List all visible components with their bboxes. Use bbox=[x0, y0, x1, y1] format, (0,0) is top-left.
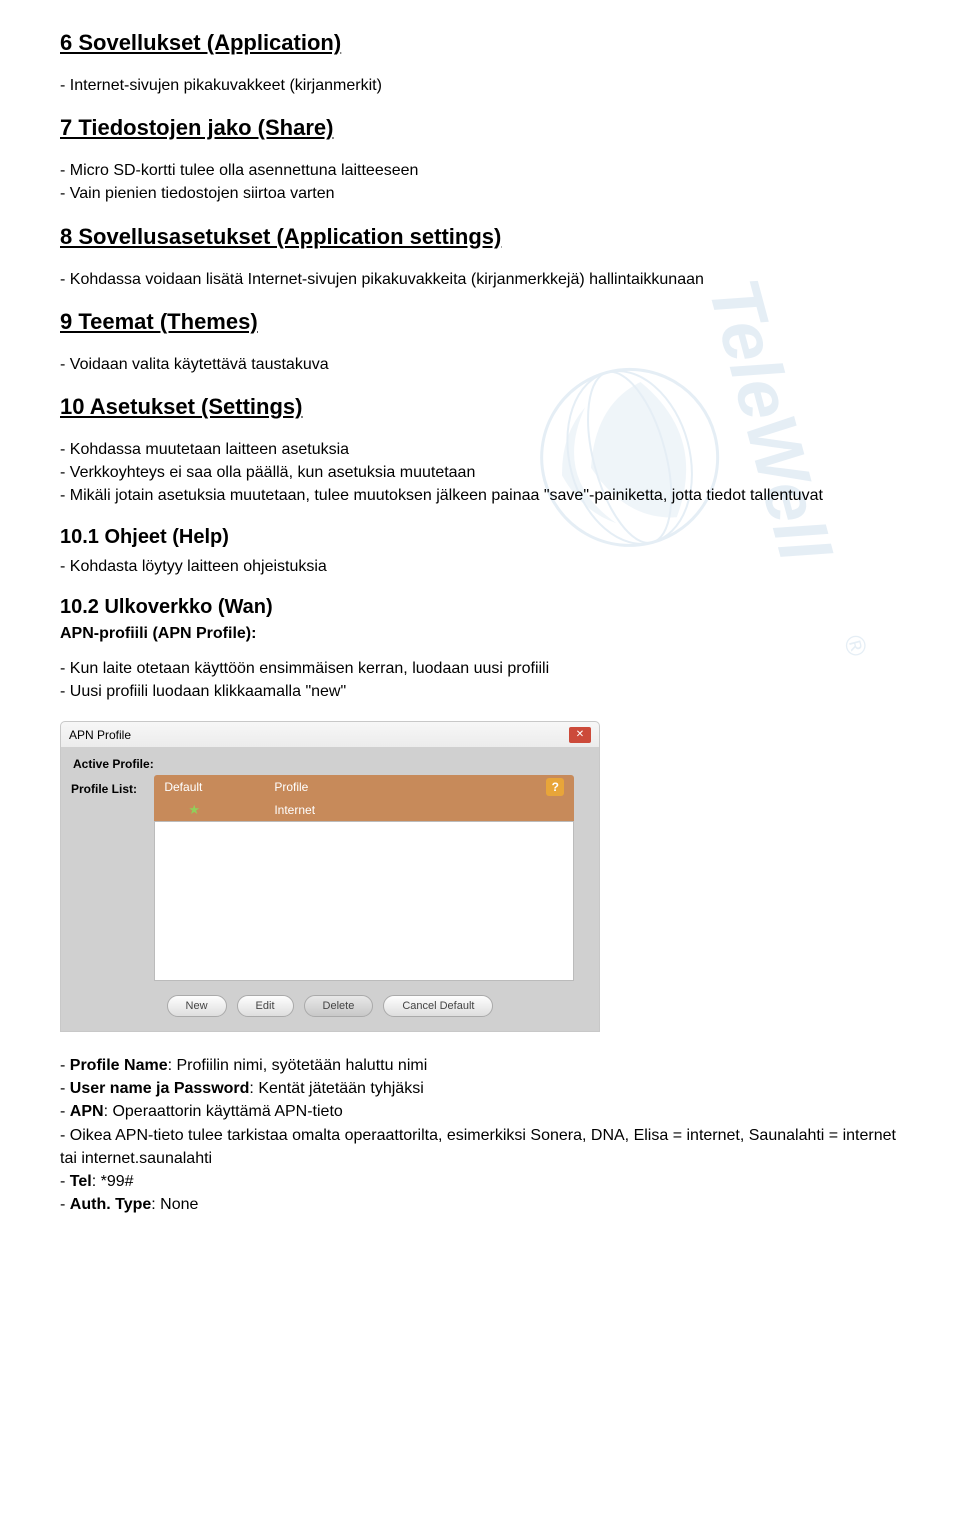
text-7-1: - Micro SD-kortti tulee olla asennettuna… bbox=[60, 159, 900, 182]
text-10-2-2: - Uusi profiili luodaan klikkaamalla "ne… bbox=[60, 680, 900, 703]
edit-button[interactable]: Edit bbox=[237, 995, 294, 1017]
f4-text: - Oikea APN-tieto tulee tarkistaa omalta… bbox=[60, 1124, 900, 1170]
new-button[interactable]: New bbox=[167, 995, 227, 1017]
text-7-2: - Vain pienien tiedostojen siirtoa varte… bbox=[60, 182, 900, 205]
f2-dash: - bbox=[60, 1080, 70, 1097]
profile-row[interactable]: ★ Internet bbox=[154, 799, 574, 821]
f5-dash: - bbox=[60, 1173, 70, 1190]
text-10-2-1: - Kun laite otetaan käyttöön ensimmäisen… bbox=[60, 657, 900, 680]
f3-text: : Operaattorin käyttämä APN-tieto bbox=[104, 1103, 343, 1120]
help-icon[interactable]: ? bbox=[546, 778, 564, 796]
apn-profile-dialog: APN Profile ✕ Active Profile: Profile Li… bbox=[60, 721, 600, 1032]
f2-text: : Kentät jätetään tyhjäksi bbox=[249, 1080, 423, 1097]
f6-label: Auth. Type bbox=[70, 1196, 151, 1213]
close-icon[interactable]: ✕ bbox=[569, 727, 591, 743]
f6-dash: - bbox=[60, 1196, 70, 1213]
heading-10: 10 Asetukset (Settings) bbox=[60, 394, 900, 420]
dialog-title: APN Profile bbox=[69, 728, 131, 742]
heading-9: 9 Teemat (Themes) bbox=[60, 309, 900, 335]
text-10-3: - Mikäli jotain asetuksia muutetaan, tul… bbox=[60, 484, 900, 507]
f2-label: User name ja Password bbox=[70, 1080, 250, 1097]
f3-label: APN bbox=[70, 1103, 104, 1120]
f5-label: Tel bbox=[70, 1173, 92, 1190]
heading-7: 7 Tiedostojen jako (Share) bbox=[60, 115, 900, 141]
delete-button[interactable]: Delete bbox=[304, 995, 374, 1017]
heading-8: 8 Sovellusasetukset (Application setting… bbox=[60, 224, 900, 250]
profile-list-empty bbox=[154, 821, 574, 981]
col-default: Default bbox=[164, 780, 274, 794]
active-profile-label: Active Profile: bbox=[71, 753, 589, 775]
col-profile: Profile bbox=[274, 780, 546, 794]
text-9-1: - Voidaan valita käytettävä taustakuva bbox=[60, 353, 900, 376]
cancel-default-button[interactable]: Cancel Default bbox=[383, 995, 493, 1017]
f1-dash: - bbox=[60, 1057, 70, 1074]
profile-list-label: Profile List: bbox=[71, 775, 151, 796]
heading-10-2: 10.2 Ulkoverkko (Wan) bbox=[60, 596, 900, 619]
f6-text: : None bbox=[151, 1196, 198, 1213]
f1-text: : Profiilin nimi, syötetään haluttu nimi bbox=[168, 1057, 428, 1074]
text-10-2: - Verkkoyhteys ei saa olla päällä, kun a… bbox=[60, 461, 900, 484]
star-icon: ★ bbox=[164, 802, 274, 818]
text-8-1: - Kohdassa voidaan lisätä Internet-sivuj… bbox=[60, 268, 900, 291]
profile-name: Internet bbox=[274, 803, 564, 817]
apn-subtitle: APN-profiili (APN Profile): bbox=[60, 625, 900, 643]
text-6-1: - Internet-sivujen pikakuvakkeet (kirjan… bbox=[60, 74, 900, 97]
text-10-1-1: - Kohdasta löytyy laitteen ohjeistuksia bbox=[60, 555, 900, 578]
heading-6: 6 Sovellukset (Application) bbox=[60, 30, 900, 56]
heading-10-1: 10.1 Ohjeet (Help) bbox=[60, 526, 900, 549]
f3-dash: - bbox=[60, 1103, 70, 1120]
f1-label: Profile Name bbox=[70, 1057, 168, 1074]
text-10-1: - Kohdassa muutetaan laitteen asetuksia bbox=[60, 438, 900, 461]
f5-text: : *99# bbox=[92, 1173, 134, 1190]
profile-list-header: Default Profile ? bbox=[154, 775, 574, 799]
